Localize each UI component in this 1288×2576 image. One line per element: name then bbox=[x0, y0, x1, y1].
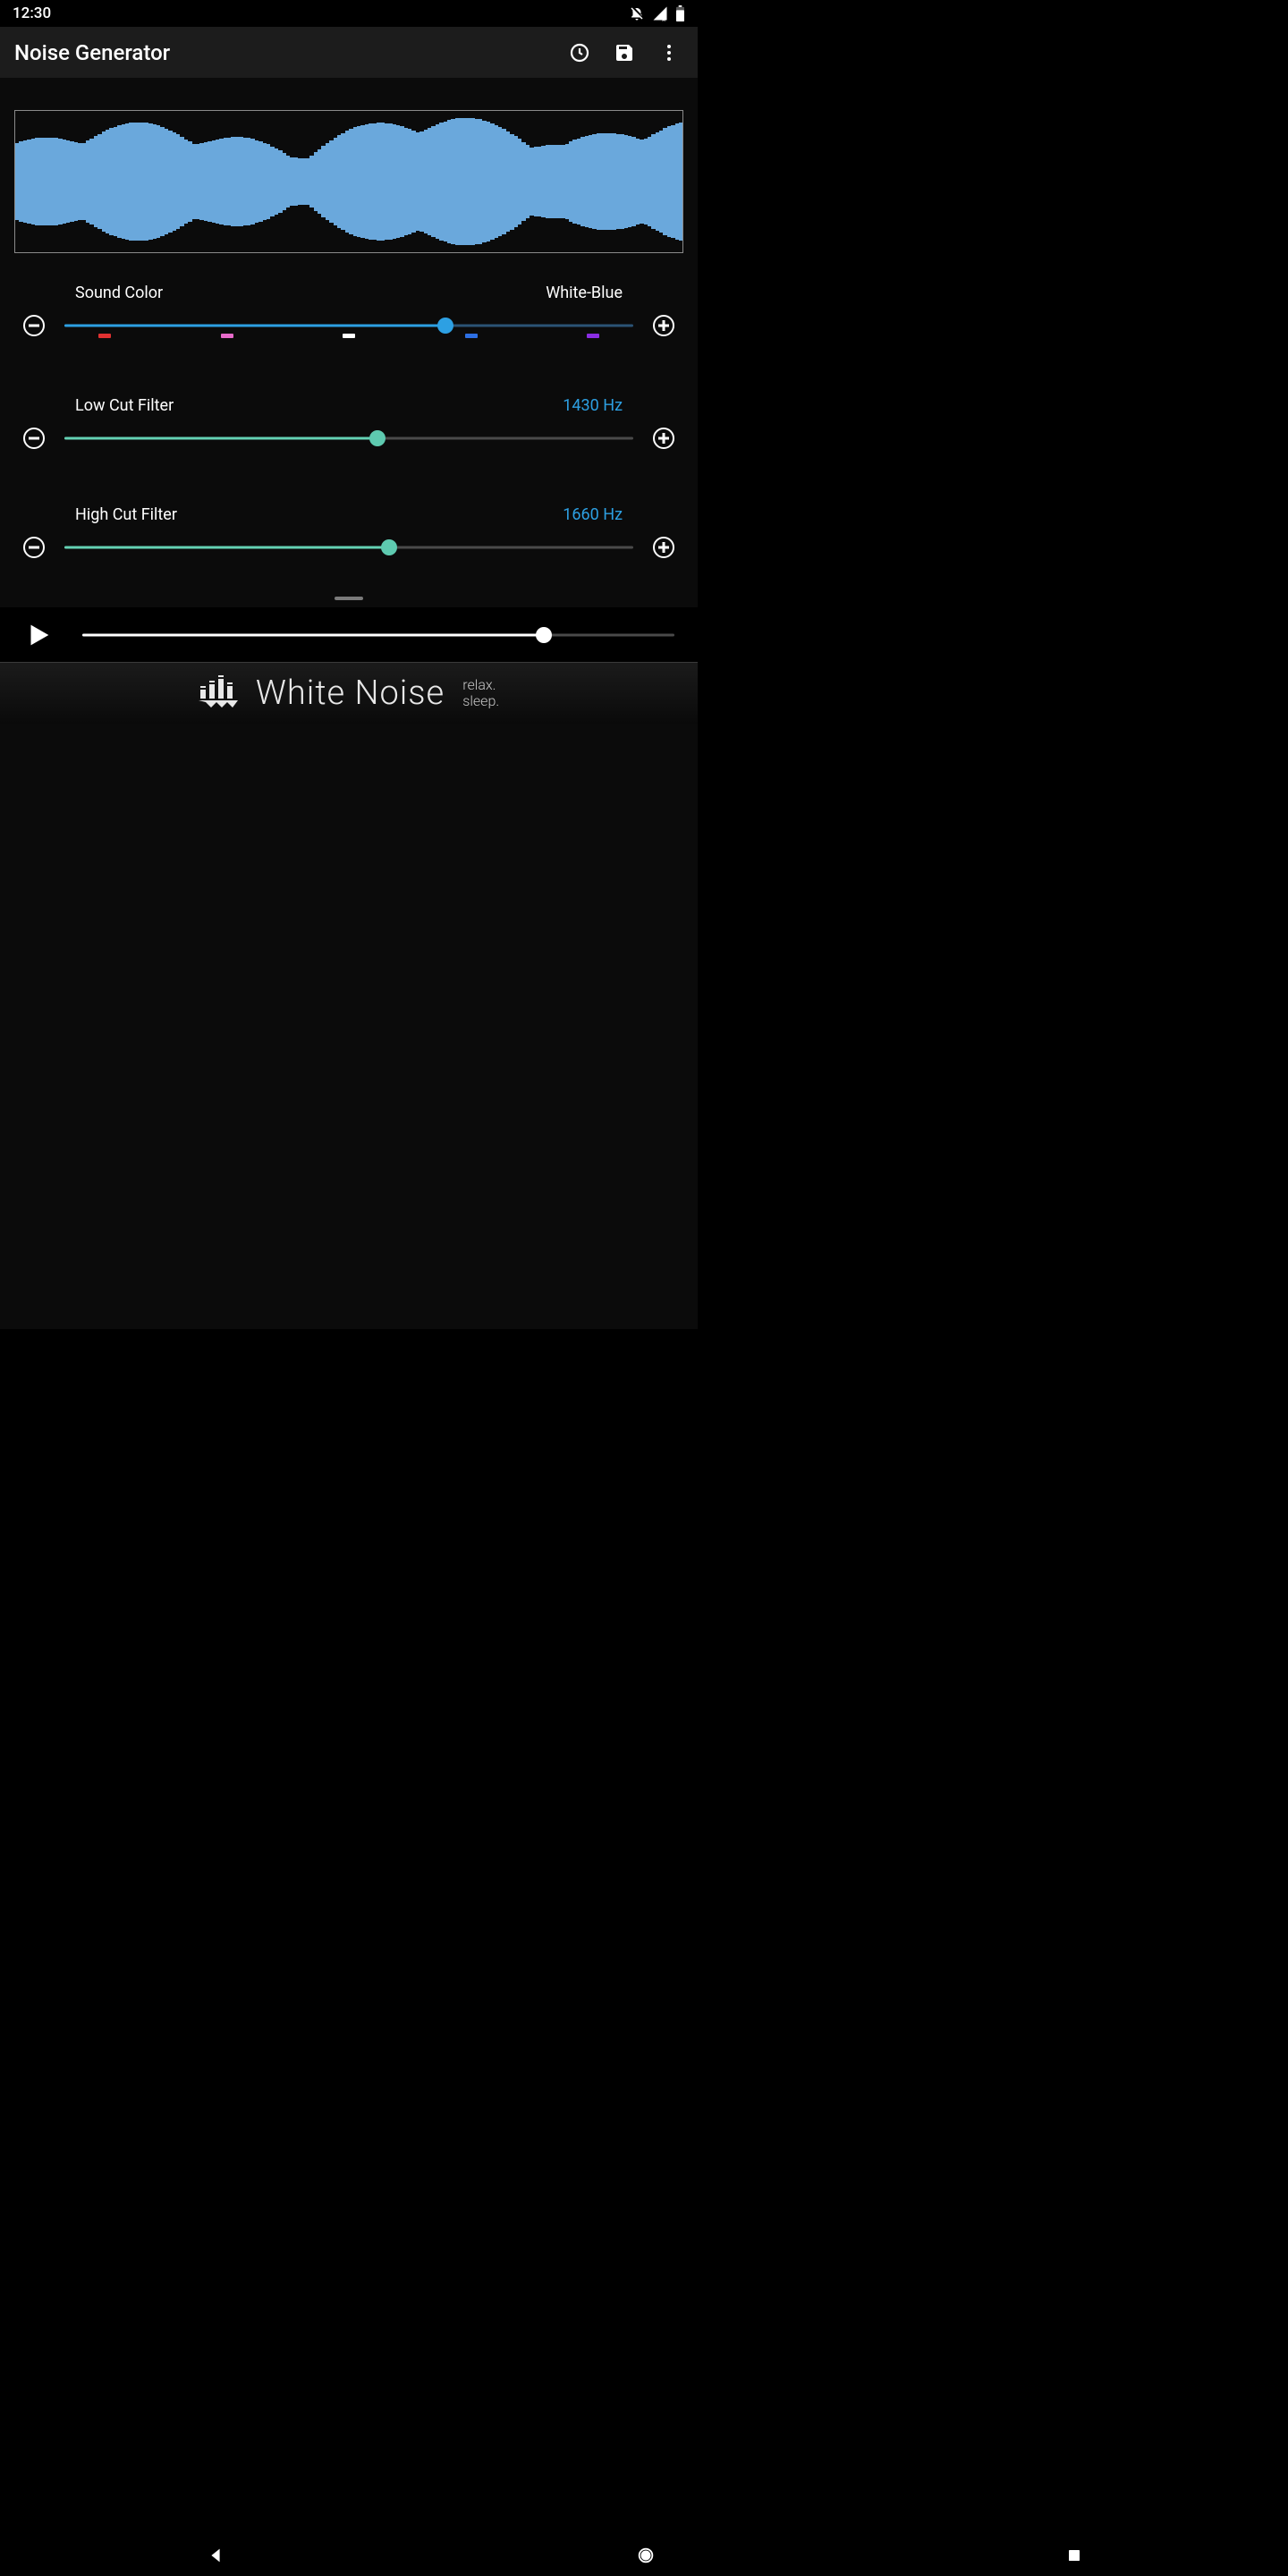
waveform-display bbox=[14, 110, 683, 253]
android-nav-bar bbox=[0, 2535, 1288, 2576]
sound-color-label: Sound Color bbox=[75, 284, 163, 302]
low-cut-value: 1430 Hz bbox=[563, 396, 623, 415]
volume-slider[interactable] bbox=[82, 625, 674, 645]
bottom-drawer-handle[interactable] bbox=[335, 597, 363, 600]
color-tick-blue bbox=[465, 334, 478, 338]
sound-color-decrement-button[interactable] bbox=[23, 315, 45, 336]
app-bar: Noise Generator bbox=[0, 27, 698, 78]
low-cut-label: Low Cut Filter bbox=[75, 396, 174, 415]
bell-off-icon bbox=[629, 5, 645, 21]
high-cut-decrement-button[interactable] bbox=[23, 537, 45, 558]
color-tick-violet bbox=[587, 334, 599, 338]
status-time: 12:30 bbox=[13, 4, 51, 22]
nav-home-button[interactable] bbox=[636, 2546, 656, 2565]
high-cut-label: High Cut Filter bbox=[75, 505, 177, 524]
high-cut-value: 1660 Hz bbox=[563, 505, 623, 524]
svg-text:x: x bbox=[662, 14, 665, 21]
color-tick-pink bbox=[221, 334, 233, 338]
battery-icon bbox=[675, 5, 685, 21]
low-cut-slider[interactable] bbox=[64, 428, 633, 448]
sound-color-increment-button[interactable] bbox=[653, 315, 674, 336]
play-button[interactable] bbox=[23, 620, 54, 650]
high-cut-control: High Cut Filter 1660 Hz bbox=[23, 505, 674, 558]
playback-bar bbox=[0, 607, 698, 663]
color-tick-brown bbox=[98, 334, 111, 338]
sound-color-slider[interactable] bbox=[64, 316, 633, 335]
timer-button[interactable] bbox=[569, 42, 590, 64]
signal-no-data-icon: x bbox=[652, 5, 668, 21]
main-content: Sound Color White-Blue Low Cut Filter 14… bbox=[0, 78, 698, 1329]
ad-brand-text: White Noise bbox=[256, 674, 445, 713]
android-status-bar: 12:30 x bbox=[0, 0, 698, 27]
ad-banner[interactable]: White Noise relax.sleep. bbox=[0, 663, 698, 724]
sound-color-control: Sound Color White-Blue bbox=[23, 284, 674, 336]
nav-back-button[interactable] bbox=[206, 2546, 225, 2565]
equalizer-icon bbox=[199, 674, 238, 713]
low-cut-increment-button[interactable] bbox=[653, 428, 674, 449]
nav-recent-button[interactable] bbox=[1066, 2547, 1082, 2563]
app-title: Noise Generator bbox=[14, 40, 569, 65]
low-cut-decrement-button[interactable] bbox=[23, 428, 45, 449]
high-cut-slider[interactable] bbox=[64, 538, 633, 557]
save-button[interactable] bbox=[614, 42, 635, 64]
ad-sub-text: relax.sleep. bbox=[462, 677, 499, 708]
color-tick-white bbox=[343, 334, 355, 338]
overflow-menu-button[interactable] bbox=[658, 42, 680, 64]
high-cut-increment-button[interactable] bbox=[653, 537, 674, 558]
low-cut-control: Low Cut Filter 1430 Hz bbox=[23, 396, 674, 449]
sound-color-value: White-Blue bbox=[546, 284, 623, 302]
